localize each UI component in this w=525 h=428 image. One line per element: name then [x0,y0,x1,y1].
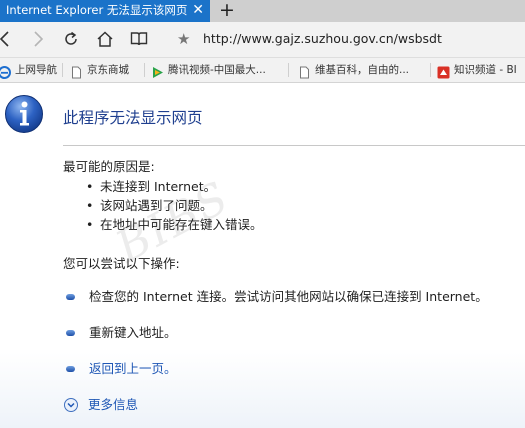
page-content: 此程序无法显示网页 BIBS 最可能的原因是: 未连接到 Internet。 该… [0,83,525,428]
actions-heading: 您可以尝试以下操作: [63,256,180,271]
favorite-label: 腾讯视频-中国最大... [168,64,266,76]
favorite-label: 京东商城 [87,64,129,76]
more-info-label: 更多信息 [88,397,139,412]
favorite-label: 上网导航 [15,64,57,76]
bullet-icon [66,294,75,300]
action-text: 检查您的 Internet 连接。尝试访问其他网站以确保已连接到 Interne… [89,289,488,304]
navigation-bar: ★ http://www.gajz.suzhou.gov.cn/wsbsdt [0,22,525,58]
list-item: 该网站遇到了问题。 [86,196,263,215]
favorite-item-jd[interactable]: 京东商城 [70,58,129,82]
back-icon[interactable] [0,28,16,50]
favorites-bar: 上网导航 京东商城 腾讯视频-中国最大... 维基百科，自由的... 知识频道 … [0,58,525,83]
title-bar: Internet Explorer 无法显示该网页 ✕ + [0,0,525,22]
reading-view-icon[interactable] [128,28,150,50]
go-back-link[interactable]: 返回到上一页。 [89,360,177,378]
ie-icon [0,64,11,79]
reasons-heading: 最可能的原因是: [63,159,155,174]
reasons-list: 未连接到 Internet。 该网站遇到了问题。 在地址中可能存在键入错误。 [86,177,263,234]
bullet-icon [66,330,75,336]
page-icon [70,64,83,78]
action-item: 检查您的 Internet 连接。尝试访问其他网站以确保已连接到 Interne… [66,288,488,306]
more-info-link[interactable]: 更多信息 [64,396,138,414]
favorite-label: 知识频道 - BI [454,64,517,76]
favorite-star-icon[interactable]: ★ [177,30,190,48]
action-text: 重新键入地址。 [89,325,177,340]
action-item: 返回到上一页。 [66,360,177,378]
page-icon [298,64,311,78]
favorite-label: 维基百科，自由的... [315,64,410,76]
refresh-icon[interactable] [60,28,82,50]
bullet-icon [66,366,75,372]
page-title: 此程序无法显示网页 [63,109,203,127]
close-tab-icon[interactable]: ✕ [192,0,204,21]
active-tab[interactable]: Internet Explorer 无法显示该网页 ✕ [0,0,210,22]
favorite-item-wikipedia[interactable]: 维基百科，自由的... [298,58,409,82]
favorite-item-tencent-video[interactable]: 腾讯视频-中国最大... [151,58,266,82]
forward-icon[interactable] [27,28,49,50]
separator [62,63,63,77]
divider [63,145,525,146]
new-tab-button[interactable]: + [218,0,236,22]
separator [430,63,431,77]
list-item: 未连接到 Internet。 [86,177,263,196]
favorite-item-shangwang[interactable]: 上网导航 [0,58,57,82]
zhidao-icon [437,64,450,78]
address-bar[interactable]: http://www.gajz.suzhou.gov.cn/wsbsdt [203,31,442,47]
chevron-down-icon [64,398,78,412]
tencent-video-icon [151,64,164,78]
separator [288,63,289,77]
favorite-item-zhishi[interactable]: 知识频道 - BI [437,58,517,82]
action-item: 重新键入地址。 [66,324,177,342]
info-icon [4,94,44,134]
home-icon[interactable] [94,28,116,50]
tab-title: Internet Explorer 无法显示该网页 [6,3,188,17]
list-item: 在地址中可能存在键入错误。 [86,215,263,234]
separator [144,63,145,77]
